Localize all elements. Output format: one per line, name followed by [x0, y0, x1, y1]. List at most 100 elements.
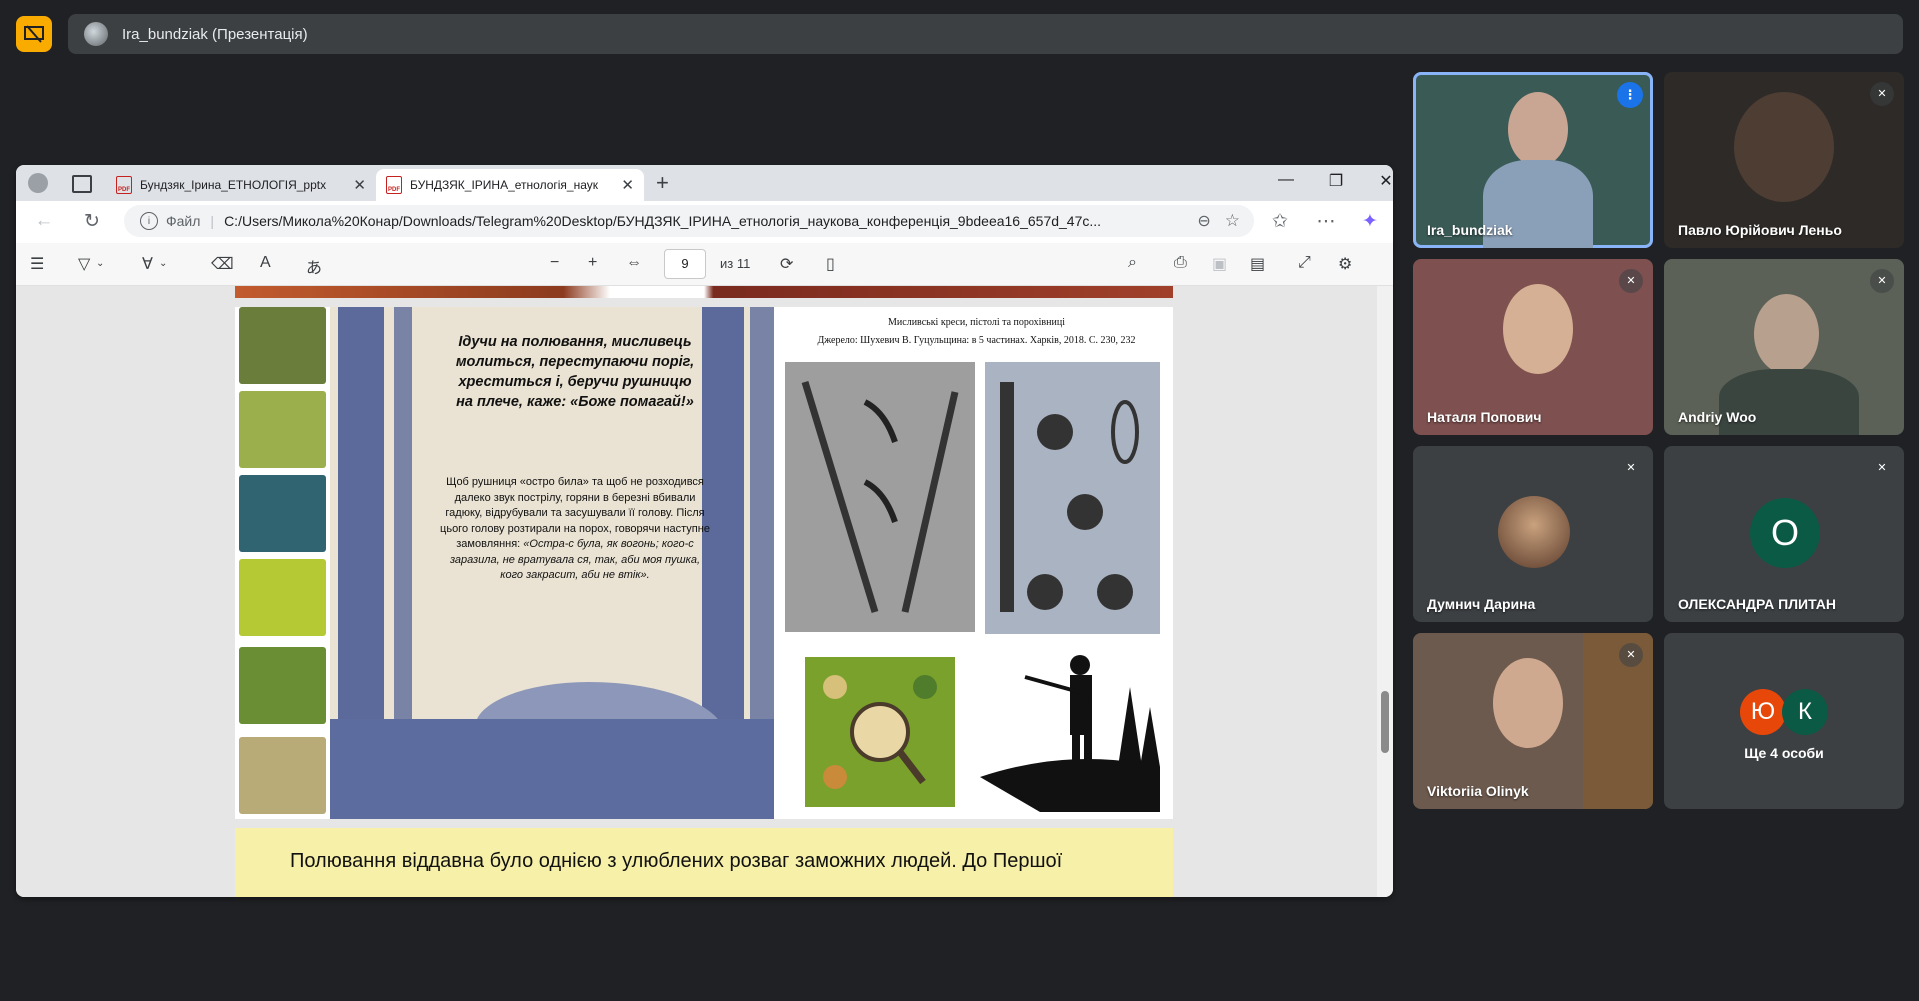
- favorites-icon[interactable]: ✩: [1266, 210, 1294, 233]
- participant-initial-avatar: К: [1782, 689, 1828, 735]
- settings-gear-icon[interactable]: ⚙: [1338, 254, 1352, 274]
- participant-video: [1493, 658, 1563, 748]
- participant-name: Наталя Попович: [1427, 409, 1542, 425]
- thumb-image: [239, 647, 326, 724]
- next-pdf-page: Полювання віддавна було однією з улюблен…: [235, 828, 1173, 897]
- info-icon[interactable]: i: [140, 212, 158, 230]
- image-caption: Мисливські креси, пістолі та порохівниці: [888, 317, 1065, 328]
- present-screen-icon: [24, 25, 44, 43]
- close-window-icon[interactable]: ✕: [1366, 171, 1393, 191]
- page-number-input[interactable]: 9: [664, 249, 706, 279]
- tab-label: Бундзяк_Ірина_ЕТНОЛОГІЯ_pptx: [140, 178, 327, 192]
- navigation-bar: ← ↻ i Файл | C:/Users/Микола%20Конар/Dow…: [16, 201, 1393, 243]
- tab-pptx-pdf[interactable]: PDF Бундзяк_Ірина_ЕТНОЛОГІЯ_pptx ✕: [106, 169, 376, 201]
- thumb-image: [239, 307, 326, 384]
- highlight-icon[interactable]: ▽: [78, 254, 90, 274]
- favorite-star-icon[interactable]: ☆: [1225, 211, 1240, 231]
- hunting-icons-image: [805, 657, 955, 807]
- participant-name: Andriy Woo: [1678, 409, 1757, 425]
- participant-tile[interactable]: ✕ Наталя Попович: [1413, 259, 1653, 435]
- speaking-indicator-icon: ⋮: [1617, 82, 1643, 108]
- draw-icon[interactable]: ∀: [142, 254, 153, 274]
- presentation-title-pill: Ira_bundziak (Презентація): [68, 14, 1903, 54]
- address-separator: |: [210, 213, 215, 229]
- slide-right-column: Мисливські креси, пістолі та порохівниці…: [780, 307, 1173, 819]
- zoom-icon[interactable]: ⊖: [1197, 211, 1210, 231]
- participant-tile[interactable]: ✕ Думнич Дарина: [1413, 446, 1653, 622]
- mic-off-icon: ✕: [1619, 456, 1643, 480]
- page-count: из 11: [720, 256, 751, 271]
- participant-video: [1754, 294, 1819, 374]
- copilot-icon[interactable]: ✦: [1356, 210, 1384, 233]
- participant-tile[interactable]: ✕ Павло Юрійович Леньо: [1664, 72, 1904, 248]
- thumb-image: [239, 475, 326, 552]
- zoom-in-icon[interactable]: +: [588, 254, 597, 272]
- tab-actions-icon[interactable]: [72, 175, 92, 193]
- rotate-icon[interactable]: ⟳: [780, 254, 793, 274]
- participant-tile[interactable]: О ✕ ОЛЕКСАНДРА ПЛИТАН: [1664, 446, 1904, 622]
- url-text: C:/Users/Микола%20Конар/Downloads/Telegr…: [224, 213, 1102, 229]
- mic-off-icon: ✕: [1870, 269, 1894, 293]
- more-participants-label: Ще 4 особи: [1744, 745, 1824, 761]
- chevron-down-icon[interactable]: ⌄: [159, 258, 167, 269]
- participant-initial-avatar: О: [1750, 498, 1820, 568]
- thumbnail-strip: [235, 307, 327, 819]
- participant-video: [1734, 92, 1834, 202]
- thumb-image: [239, 737, 326, 814]
- back-icon[interactable]: ←: [30, 210, 58, 232]
- save-as-icon[interactable]: ▤: [1250, 254, 1265, 274]
- forest-ground: [330, 719, 774, 819]
- participant-initial-avatar: Ю: [1740, 689, 1786, 735]
- fullscreen-icon[interactable]: ⤢: [1298, 254, 1311, 272]
- pdf-scrollbar[interactable]: [1377, 286, 1393, 897]
- search-icon[interactable]: ⌕: [1128, 254, 1137, 272]
- mic-off-icon: ✕: [1870, 82, 1894, 106]
- slide-paragraph: Щоб рушниця «остро била» та щоб не розхо…: [440, 475, 710, 584]
- bookshelf-background: [1583, 633, 1653, 809]
- read-aloud-icon[interactable]: A: [260, 254, 271, 272]
- profile-avatar[interactable]: [28, 173, 48, 193]
- participant-tile[interactable]: ✕ Andriy Woo: [1664, 259, 1904, 435]
- address-bar[interactable]: i Файл | C:/Users/Микола%20Конар/Downloa…: [124, 205, 1254, 237]
- minimize-icon[interactable]: —: [1266, 171, 1306, 189]
- restore-icon[interactable]: ❐: [1316, 171, 1356, 191]
- translate-icon[interactable]: あ: [306, 254, 322, 278]
- tab-strip: PDF Бундзяк_Ірина_ЕТНОЛОГІЯ_pptx ✕ PDF Б…: [16, 165, 1393, 201]
- reload-icon[interactable]: ↻: [78, 210, 106, 233]
- participant-tile[interactable]: ⋮ Ira_bundziak: [1413, 72, 1653, 248]
- eraser-icon[interactable]: ⌫: [211, 254, 234, 274]
- chevron-down-icon[interactable]: ⌄: [96, 258, 104, 269]
- pdf-page: Ідучи на полювання, мисливець молиться, …: [235, 307, 1173, 819]
- pdf-toolbar: ☰ ▽ ⌄ ∀ ⌄ ⌫ A あ − + ⇔ 9 из 11 ⟳ ▯ ⌕ ⎙ ▣ …: [16, 243, 1393, 286]
- hunter-silhouette-image: [980, 647, 1160, 812]
- participant-name: Думнич Дарина: [1427, 596, 1536, 612]
- shared-browser-window: PDF Бундзяк_Ірина_ЕТНОЛОГІЯ_pptx ✕ PDF Б…: [16, 165, 1393, 897]
- new-tab-button[interactable]: +: [656, 170, 669, 196]
- tab-label: БУНДЗЯК_ІРИНА_етнологія_наук: [410, 178, 599, 192]
- page-view-icon[interactable]: ▯: [826, 254, 835, 274]
- mic-off-icon: ✕: [1870, 456, 1894, 480]
- save-icon[interactable]: ▣: [1212, 254, 1227, 274]
- meet-top-bar: Ira_bundziak (Презентація): [0, 0, 1919, 70]
- image-source: Джерело: Шухевич В. Гуцульщина: в 5 част…: [817, 335, 1136, 346]
- participant-name: Ira_bundziak: [1427, 222, 1513, 238]
- scroll-thumb[interactable]: [1381, 691, 1389, 753]
- zoom-out-icon[interactable]: −: [550, 254, 559, 272]
- contents-icon[interactable]: ☰: [30, 254, 44, 274]
- participant-avatar: [1498, 496, 1570, 568]
- tab-conference-pdf[interactable]: PDF БУНДЗЯК_ІРИНА_етнологія_наук ✕: [376, 169, 644, 201]
- magnifier-drawing: [823, 675, 937, 789]
- print-icon[interactable]: ⎙: [1174, 254, 1187, 272]
- participant-video: [1503, 284, 1573, 374]
- pdf-icon: PDF: [116, 176, 132, 194]
- close-icon[interactable]: ✕: [353, 176, 366, 194]
- pdf-viewer[interactable]: Ідучи на полювання, мисливець молиться, …: [16, 286, 1377, 897]
- presenter-avatar: [84, 22, 108, 46]
- participant-name: Павло Юрійович Леньо: [1678, 222, 1842, 238]
- more-participants-tile[interactable]: Ю К Ще 4 особи: [1664, 633, 1904, 809]
- participant-tile[interactable]: ✕ Viktoriia Olinyk: [1413, 633, 1653, 809]
- close-icon[interactable]: ✕: [621, 176, 634, 194]
- fit-page-icon[interactable]: ⇔: [626, 254, 642, 272]
- stop-presenting-button[interactable]: [16, 16, 52, 52]
- more-menu-icon[interactable]: ⋯: [1312, 210, 1340, 233]
